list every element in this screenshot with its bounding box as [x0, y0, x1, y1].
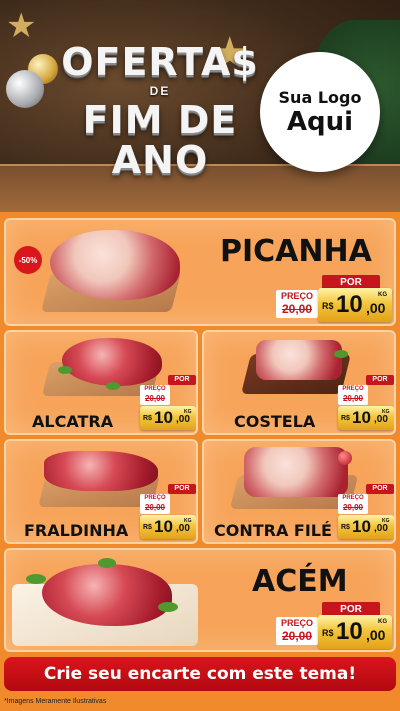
preco-label: PREÇO: [280, 618, 313, 628]
currency: R$: [322, 301, 334, 311]
product-card-contra-file[interactable]: CONTRA FILÉ POR PREÇO 20,00 R$ 10 ,00 KG: [202, 439, 396, 544]
currency: R$: [322, 628, 334, 638]
por-label: POR: [366, 484, 394, 494]
price-integer: 10: [352, 517, 371, 536]
price-tag: POR PREÇO 20,00 R$ 10 ,00 KG: [140, 484, 196, 540]
price-integer: 10: [336, 618, 363, 645]
old-price-box: PREÇO 20,00: [338, 385, 368, 405]
discount-badge: -50%: [14, 246, 42, 274]
product-name: ALCATRA: [32, 412, 114, 431]
price-tag: POR PREÇO 20,00 R$ 10 ,00 KG: [276, 275, 392, 323]
costela-image: [256, 340, 342, 380]
old-price: 20,00: [342, 503, 364, 512]
product-card-acem[interactable]: ACÉM POR PREÇO 20,00 R$ 10 ,00 KG: [4, 548, 396, 652]
price-integer: 10: [352, 408, 371, 427]
por-label: POR: [168, 484, 196, 494]
herb-icon: [26, 574, 46, 584]
title-line-1: OFERTA$: [61, 40, 259, 84]
currency: R$: [143, 524, 152, 531]
old-price-box: PREÇO 20,00: [140, 494, 170, 514]
old-price: 20,00: [281, 629, 313, 643]
herb-icon: [334, 350, 348, 358]
price-tag: POR PREÇO 20,00 R$ 10 ,00 KG: [338, 375, 394, 431]
por-label: POR: [168, 375, 196, 385]
new-price-box: R$ 10 ,00 KG: [318, 615, 392, 649]
por-label: POR: [366, 375, 394, 385]
herb-icon: [106, 382, 120, 390]
old-price: 20,00: [281, 302, 313, 316]
product-card-picanha[interactable]: -50% PICANHA POR PREÇO 20,00 R$ 10 ,00 K…: [4, 218, 396, 326]
ornament-icon: [6, 70, 44, 108]
old-price-box: PREÇO 20,00: [276, 617, 318, 645]
herb-icon: [98, 558, 116, 568]
currency: R$: [143, 415, 152, 422]
new-price-box: R$ 10 ,00 KG: [338, 515, 394, 539]
product-name: COSTELA: [234, 412, 316, 431]
tomato-icon: [338, 451, 352, 465]
logo-text-1: Sua Logo: [278, 87, 362, 107]
unit: KG: [382, 409, 390, 415]
unit: KG: [184, 518, 192, 524]
product-card-fraldinha[interactable]: FRALDINHA POR PREÇO 20,00 R$ 10 ,00 KG: [4, 439, 198, 544]
preco-label: PREÇO: [342, 386, 364, 392]
price-tag: POR PREÇO 20,00 R$ 10 ,00 KG: [140, 375, 196, 431]
price-cents: ,00: [176, 523, 190, 534]
title-line-3: FIM DE ANO: [82, 98, 238, 182]
preco-label: PREÇO: [144, 495, 166, 501]
price-cents: ,00: [176, 414, 190, 425]
currency: R$: [341, 415, 350, 422]
old-price: 20,00: [144, 394, 166, 403]
new-price-box: R$ 10 ,00 KG: [140, 406, 196, 430]
old-price: 20,00: [144, 503, 166, 512]
preco-label: PREÇO: [144, 386, 166, 392]
old-price: 20,00: [342, 394, 364, 403]
product-name: ACÉM: [252, 564, 348, 599]
title-line-2: DE: [149, 84, 171, 98]
price-cents: ,00: [374, 523, 388, 534]
product-name: PICANHA: [220, 234, 372, 269]
star-icon: ★: [6, 7, 37, 45]
old-price-box: PREÇO 20,00: [276, 290, 318, 318]
create-flyer-button[interactable]: Crie seu encarte com este tema!: [4, 657, 396, 691]
product-name: FRALDINHA: [24, 521, 129, 540]
product-card-costela[interactable]: COSTELA POR PREÇO 20,00 R$ 10 ,00 KG: [202, 330, 396, 435]
price-tag: POR PREÇO 20,00 R$ 10 ,00 KG: [276, 602, 392, 650]
old-price-box: PREÇO 20,00: [140, 385, 170, 405]
currency: R$: [341, 524, 350, 531]
product-name: CONTRA FILÉ: [214, 521, 332, 540]
unit: KG: [378, 619, 387, 625]
promo-title: OFERTA$ DE FIM DE ANO: [60, 42, 260, 180]
logo-text-2: Aqui: [286, 106, 354, 137]
header-banner: ★ ★ OFERTA$ DE FIM DE ANO Sua Logo Aqui: [0, 0, 400, 212]
price-integer: 10: [154, 408, 173, 427]
price-cents: ,00: [374, 414, 388, 425]
product-card-alcatra[interactable]: ALCATRA POR PREÇO 20,00 R$ 10 ,00 KG: [4, 330, 198, 435]
price-cents: ,00: [366, 627, 386, 643]
unit: KG: [378, 292, 387, 298]
price-integer: 10: [154, 517, 173, 536]
unit: KG: [184, 409, 192, 415]
contra-file-image: [244, 447, 348, 497]
new-price-box: R$ 10 ,00 KG: [140, 515, 196, 539]
preco-label: PREÇO: [342, 495, 364, 501]
logo-placeholder[interactable]: Sua Logo Aqui: [260, 52, 380, 172]
price-integer: 10: [336, 291, 363, 318]
new-price-box: R$ 10 ,00 KG: [318, 288, 392, 322]
herb-icon: [58, 366, 72, 374]
disclaimer: *Imagens Meramente Ilustrativas: [0, 692, 400, 711]
new-price-box: R$ 10 ,00 KG: [338, 406, 394, 430]
preco-label: PREÇO: [280, 291, 313, 301]
price-tag: POR PREÇO 20,00 R$ 10 ,00 KG: [338, 484, 394, 540]
old-price-box: PREÇO 20,00: [338, 494, 368, 514]
unit: KG: [382, 518, 390, 524]
price-cents: ,00: [366, 300, 386, 316]
herb-icon: [158, 602, 178, 612]
